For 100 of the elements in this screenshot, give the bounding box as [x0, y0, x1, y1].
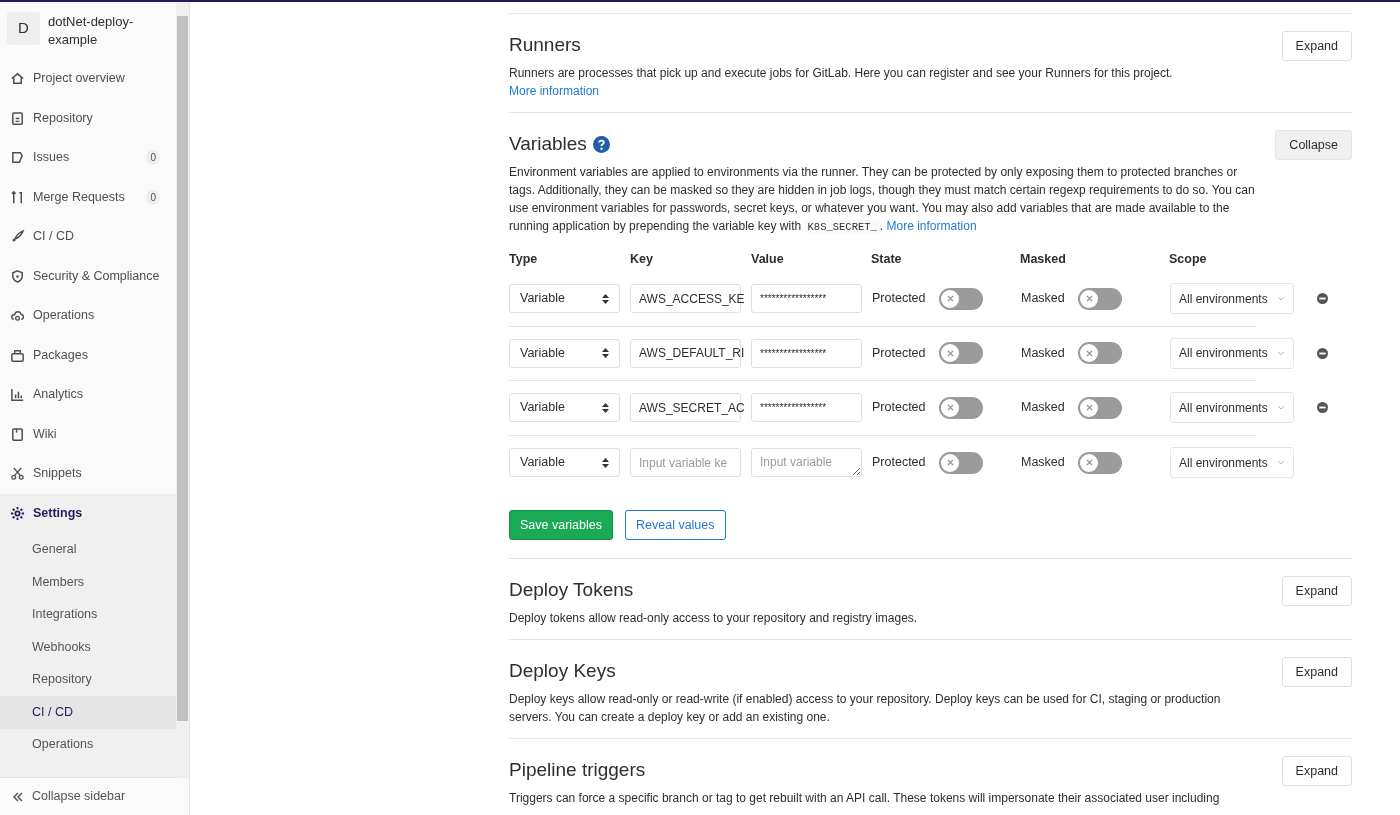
section-title: Deploy Tokens	[509, 578, 634, 602]
toggle-switch[interactable]	[939, 396, 983, 419]
sidebar-subitem[interactable]: Operations	[0, 728, 176, 762]
collapse-button[interactable]: Collapse	[1275, 130, 1352, 160]
toggle-label: Masked	[1021, 290, 1065, 308]
sidebar-item[interactable]: Packages	[0, 335, 176, 375]
sidebar-item[interactable]: Project overview	[0, 59, 176, 99]
sort-caret-icon	[602, 348, 609, 359]
project-name[interactable]: dotNet-deploy-example	[48, 12, 169, 49]
sidebar-item[interactable]: Repository	[0, 98, 176, 138]
package-icon	[10, 347, 25, 363]
sort-caret-icon	[602, 457, 609, 468]
type-select[interactable]: Variable	[509, 338, 620, 368]
sidebar-item[interactable]: Snippets	[0, 454, 176, 494]
toggle-label: Protected	[872, 344, 926, 362]
toggle-switch[interactable]	[1078, 451, 1122, 474]
column-header: Masked	[1020, 251, 1067, 268]
section-description: Triggers can force a specific branch or tag to get rebuilt with an API call. These tokens will impersonate their associated user including	[509, 790, 1221, 807]
expand-button[interactable]: Expand	[1281, 576, 1352, 606]
merge-icon	[10, 189, 25, 205]
scope-dropdown[interactable]: All environments	[1170, 392, 1294, 424]
column-header: Scope	[1169, 251, 1208, 268]
scope-dropdown[interactable]: All environments	[1170, 337, 1294, 369]
close-icon	[1085, 404, 1093, 412]
type-select[interactable]: Variable	[509, 448, 620, 478]
expand-button[interactable]: Expand	[1281, 756, 1352, 786]
scrollbar-thumb[interactable]	[177, 16, 188, 721]
column-header: Key	[630, 251, 654, 268]
chevron-down-icon	[1277, 350, 1285, 356]
section-title: Variables	[509, 132, 587, 156]
value-field[interactable]: Input variable	[751, 448, 862, 478]
sidebar-subitem[interactable]: General	[0, 533, 176, 566]
chevron-down-icon	[1277, 296, 1285, 302]
issue-icon	[10, 150, 25, 166]
document-icon	[10, 110, 25, 126]
section-description: Deploy tokens allow read-only access to your repository and registry images.	[509, 610, 919, 627]
section-title: Deploy Keys	[509, 659, 616, 683]
type-select[interactable]: Variable	[509, 393, 620, 423]
chart-icon	[10, 387, 25, 403]
expand-button[interactable]: Expand	[1281, 657, 1352, 687]
scissors-icon	[10, 466, 25, 482]
sidebar-item[interactable]: Settings	[0, 493, 176, 533]
toggle-label: Masked	[1021, 344, 1065, 362]
close-icon	[946, 459, 954, 467]
count-badge: 0	[146, 189, 160, 205]
sidebar-subitem[interactable]: Integrations	[0, 598, 176, 631]
remove-icon[interactable]	[1317, 402, 1328, 414]
value-field[interactable]: *****************	[751, 393, 862, 423]
expand-button[interactable]: Expand	[1281, 31, 1352, 61]
sidebar-subitem[interactable]: CI / CD	[0, 695, 176, 729]
home-icon	[10, 71, 25, 87]
toggle-label: Protected	[872, 399, 926, 417]
toggle-switch[interactable]	[939, 287, 983, 310]
value-field[interactable]: *****************	[751, 338, 862, 368]
sidebar-item[interactable]: Operations	[0, 296, 176, 336]
toggle-switch[interactable]	[939, 451, 983, 474]
sidebar-subitem[interactable]: Repository	[0, 663, 176, 696]
column-header: Value	[751, 251, 785, 268]
reveal-button[interactable]: Reveal values	[625, 510, 726, 540]
type-select[interactable]: Variable	[509, 284, 620, 314]
section-description: Runners are processes that pick up and execute jobs for GitLab. Here you can register and see your Runners for this project. More information	[509, 65, 1174, 100]
remove-icon[interactable]	[1317, 293, 1328, 305]
key-field[interactable]: Input variable ke	[630, 448, 741, 478]
sidebar-item[interactable]: Merge Requests 0	[0, 177, 176, 217]
scope-dropdown[interactable]: All environments	[1170, 283, 1294, 315]
close-icon	[1085, 349, 1093, 357]
chevron-down-icon	[1277, 405, 1285, 411]
toggle-label: Masked	[1021, 454, 1065, 472]
toggle-switch[interactable]	[1078, 396, 1122, 419]
sidebar-item[interactable]: Security & Compliance	[0, 256, 176, 296]
sidebar-item[interactable]: Analytics	[0, 375, 176, 415]
sidebar-item[interactable]: CI / CD	[0, 217, 176, 257]
sidebar-subitem[interactable]: Members	[0, 565, 176, 599]
section-description: Environment variables are applied to environments via the runner. They can be protected by only exposing them to protected branches or tags. Additionally, they can be masked so they are hidden in job logs, though they must match certain regexp requirements to do so. You can use environment variables for passwords, secret keys, or whatever you want. You may also add variables that are made available to the running application by prepending the variable key with K8S_SECRET_ . More information	[509, 164, 1256, 236]
settings-icon	[10, 505, 25, 521]
toggle-switch[interactable]	[939, 342, 983, 365]
double-chevron-icon	[12, 790, 24, 803]
section-description: Deploy keys allow read-only or read-write (if enabled) access to your repository. Deploy keys can be used for CI, staging or production servers. You can create a deploy key or add an existing one.	[509, 691, 1222, 726]
toggle-switch[interactable]	[1078, 287, 1122, 310]
section-title: Pipeline triggers	[509, 758, 646, 782]
more-information-link[interactable]: More information	[509, 84, 600, 98]
close-icon	[946, 349, 954, 357]
section-title: Runners	[509, 33, 581, 57]
sidebar-item[interactable]: Wiki	[0, 414, 176, 454]
close-icon	[946, 295, 954, 303]
sidebar-subitem[interactable]: Webhooks	[0, 630, 176, 664]
close-icon	[1085, 295, 1093, 303]
remove-icon[interactable]	[1317, 347, 1328, 359]
toggle-switch[interactable]	[1078, 342, 1122, 365]
cloud-icon	[10, 308, 25, 324]
close-icon	[946, 404, 954, 412]
sidebar-item[interactable]: Issues 0	[0, 138, 176, 178]
sort-caret-icon	[602, 402, 609, 413]
book-icon	[10, 426, 25, 442]
value-field[interactable]: *****************	[751, 284, 862, 314]
chevron-down-icon	[1277, 460, 1285, 466]
more-information-link[interactable]: More information	[886, 219, 977, 233]
shield-icon	[10, 268, 25, 284]
help-icon[interactable]	[592, 135, 610, 153]
scope-dropdown[interactable]: All environments	[1170, 447, 1294, 479]
